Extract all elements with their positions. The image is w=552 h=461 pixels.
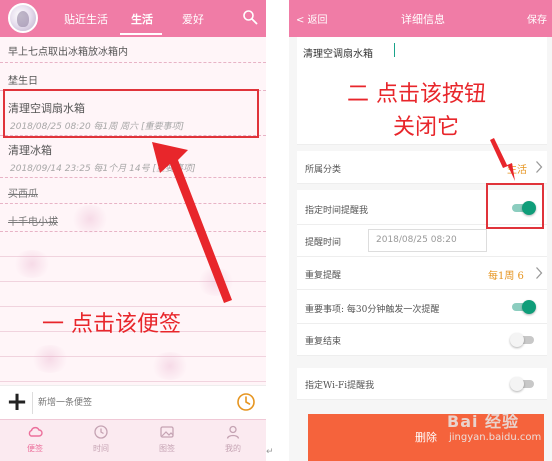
list-item[interactable]: 埜生日: [0, 63, 266, 91]
page-mark: ↵: [266, 447, 274, 457]
flower-pattern: [70, 205, 110, 233]
search-icon[interactable]: [242, 9, 258, 25]
highlight-box: [3, 89, 259, 138]
nav-item-me[interactable]: 我的: [208, 424, 258, 454]
top-bar: 贴近生活 生活 爱好: [0, 0, 266, 37]
list-item[interactable]: 早上七点取出冰箱放冰箱内: [0, 37, 266, 63]
tab-life-close[interactable]: 贴近生活: [64, 11, 108, 27]
list-item[interactable]: 清理冰箱 2018/09/14 23:25 每1个月 14号 [重要事项]: [0, 136, 266, 178]
wifi-remind-label: 指定Wi-Fi提醒我: [305, 381, 375, 391]
nav-label: 便签: [27, 444, 43, 453]
remind-time-field[interactable]: 2018/08/25 08:20: [368, 229, 487, 252]
watermark: Bai 经验 jingyan.baidu.com: [447, 402, 552, 452]
repeat-row[interactable]: 重复提醒 每1周 6: [297, 257, 547, 290]
clock-icon: [94, 425, 108, 439]
highlight-box: [486, 183, 544, 229]
nav-label: 我的: [225, 444, 241, 453]
add-note-button[interactable]: +: [5, 389, 29, 417]
important-toggle[interactable]: [510, 300, 536, 314]
note-title: 买西瓜: [8, 189, 38, 200]
note-meta: 2018/09/14 23:25 每1个月 14号 [重要事项]: [10, 164, 196, 174]
nav-item-time[interactable]: 时间: [76, 424, 126, 454]
important-row: 重要事项: 每30分钟触发一次提醒: [297, 290, 547, 324]
new-note-bar: +: [0, 385, 266, 419]
watermark-url: jingyan.baidu.com: [449, 432, 542, 443]
flower-pattern: [30, 345, 70, 373]
nav-item-photos[interactable]: 图签: [142, 424, 192, 454]
remind-label: 指定时间提醒我: [305, 206, 369, 216]
time-label: 提醒时间: [305, 238, 342, 248]
important-label: 重要事项: 每30分钟触发一次提醒: [305, 305, 440, 315]
new-note-input[interactable]: [38, 395, 228, 411]
note-title: 早上七点取出冰箱放冰箱内: [8, 47, 128, 58]
annotation-step-1: 一 点击该便签: [42, 312, 181, 337]
time-row: 提醒时间 2018/08/25 08:20: [297, 225, 547, 257]
tab-hobby[interactable]: 爱好: [182, 11, 204, 27]
bottom-nav: 便签 时间 图签 我的: [0, 419, 266, 461]
tab-life[interactable]: 生活: [131, 11, 153, 27]
avatar[interactable]: [8, 3, 38, 33]
flower-pattern: [150, 352, 190, 380]
nav-label: 时间: [93, 444, 109, 453]
list-item-done[interactable]: 十千电小拔: [0, 204, 266, 232]
note-title: 十千电小拔: [8, 217, 58, 228]
wifi-remind-row: 指定Wi-Fi提醒我: [297, 368, 547, 400]
note-title: 埜生日: [8, 76, 38, 87]
photo-icon: [160, 426, 174, 438]
list-item-done[interactable]: 买西瓜: [0, 178, 266, 204]
notes-list-screen: 贴近生活 生活 爱好 早上七点取出冰箱放冰箱内 埜生日 清理空调扇水箱 2018…: [0, 0, 266, 461]
cloud-icon: [28, 426, 43, 437]
repeat-end-row: 重复结束: [297, 324, 547, 356]
watermark-text: Bai 经验: [447, 412, 520, 431]
wifi-remind-toggle[interactable]: [510, 377, 536, 391]
divider: [32, 392, 33, 414]
toggle-knob: [510, 333, 524, 347]
clock-icon[interactable]: [236, 392, 256, 412]
chevron-right-icon: [536, 267, 543, 279]
nav-label: 图签: [159, 444, 175, 453]
note-detail-screen: < 返回 详细信息 保存 清理空调扇水箱 二 点击该按钮 关闭它 所属分类 生活…: [289, 0, 552, 461]
repeat-value: 每1周 6: [488, 271, 524, 282]
repeat-label: 重复提醒: [305, 271, 342, 281]
active-tab-indicator: [120, 33, 162, 35]
flower-pattern: [196, 268, 236, 296]
user-icon: [226, 425, 240, 439]
nav-item-notes[interactable]: 便签: [10, 424, 60, 454]
repeat-end-label: 重复结束: [305, 337, 342, 347]
note-title: 清理冰箱: [8, 144, 52, 157]
toggle-knob: [510, 377, 524, 391]
flower-pattern: [12, 250, 52, 278]
repeat-end-toggle[interactable]: [510, 333, 536, 347]
toggle-knob: [522, 300, 536, 314]
